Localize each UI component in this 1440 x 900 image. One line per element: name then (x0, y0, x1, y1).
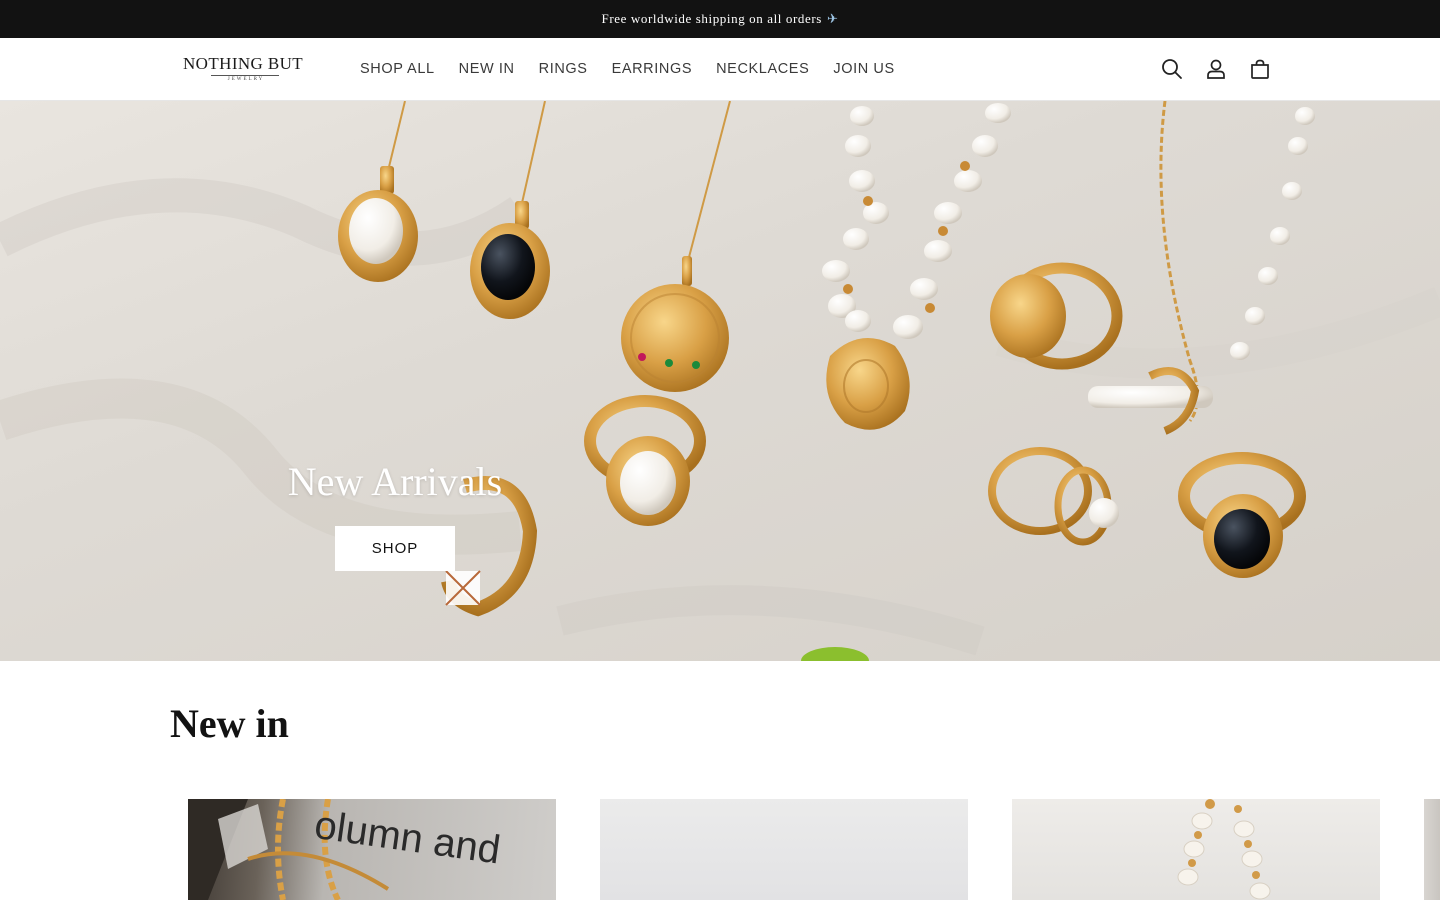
announcement-bar: Free worldwide shipping on all orders ✈ (0, 0, 1440, 38)
nav-join-us[interactable]: JOIN US (821, 61, 906, 77)
product-image (1012, 799, 1380, 900)
site-header: NOTHING BUT JEWELRY SHOP ALL NEW IN RING… (0, 38, 1440, 101)
logo-text: NOTHING BUT (183, 54, 304, 73)
nav-earrings[interactable]: EARRINGS (600, 61, 705, 77)
product-image (1424, 799, 1440, 900)
product-card[interactable] (1012, 799, 1380, 900)
airplane-icon: ✈ (826, 11, 839, 26)
hero-banner[interactable]: New Arrivals SHOP (0, 101, 1440, 661)
product-card[interactable]: olumn and (188, 799, 556, 900)
logo-subtext: JEWELRY (227, 77, 265, 82)
product-card[interactable] (1424, 799, 1440, 900)
nav-shop-all[interactable]: SHOP ALL (348, 61, 447, 77)
nav-rings[interactable]: RINGS (527, 61, 600, 77)
nav-new-in[interactable]: NEW IN (447, 61, 527, 77)
hero-title: New Arrivals (287, 459, 503, 504)
account-icon[interactable] (1202, 55, 1230, 83)
product-image (600, 799, 968, 900)
main-nav: SHOP ALL NEW IN RINGS EARRINGS NECKLACES… (348, 38, 907, 100)
hero-image (0, 101, 1440, 661)
section-title-new-in: New in (170, 701, 289, 746)
nav-necklaces[interactable]: NECKLACES (704, 61, 821, 77)
product-card[interactable] (600, 799, 968, 900)
cart-icon[interactable] (1246, 55, 1274, 83)
header-icons (1158, 55, 1290, 83)
product-image: olumn and (188, 799, 556, 900)
search-icon[interactable] (1158, 55, 1186, 83)
announcement-text: Free worldwide shipping on all orders (601, 11, 822, 26)
logo-divider (211, 75, 279, 76)
store-logo[interactable]: NOTHING BUT JEWELRY (183, 54, 309, 86)
hero-shop-button[interactable]: SHOP (335, 526, 455, 571)
